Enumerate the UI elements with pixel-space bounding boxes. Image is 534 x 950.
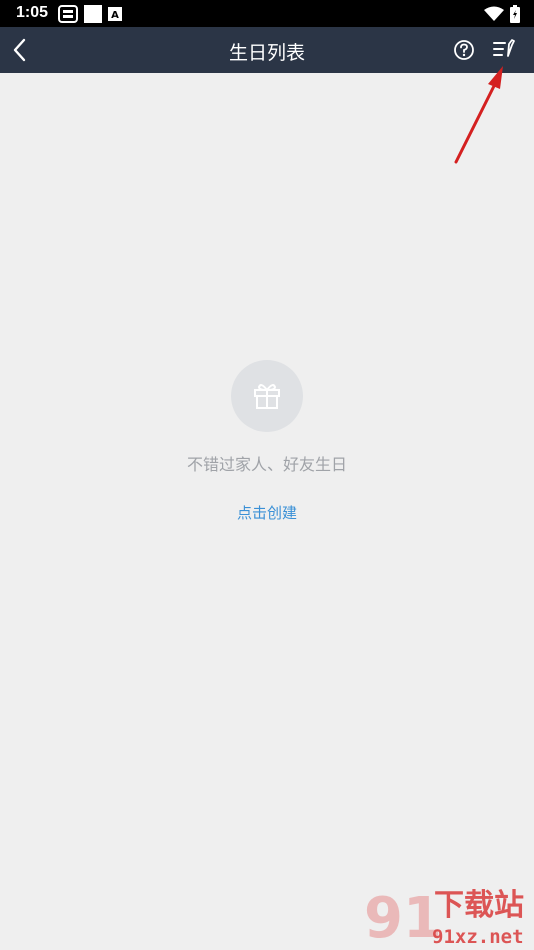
help-circle-icon: [454, 40, 474, 60]
wifi-icon: [484, 6, 504, 21]
create-birthday-link[interactable]: 点击创建: [0, 502, 534, 523]
help-button[interactable]: [450, 36, 478, 64]
status-bar: 1:05 A: [0, 0, 534, 27]
empty-state-icon-circle: [231, 360, 303, 432]
edit-list-button[interactable]: [490, 35, 518, 63]
notification-square-icon: [84, 5, 102, 23]
app-bar: 生日列表: [0, 27, 534, 73]
watermark-logo: 91 下载站 91xz.net: [364, 886, 524, 947]
status-icons-left: A: [58, 5, 122, 23]
status-icons-right: [484, 5, 520, 23]
svg-text:91: 91: [364, 886, 442, 947]
empty-state-message: 不错过家人、好友生日: [186, 455, 347, 474]
notification-a-icon: A: [108, 7, 122, 21]
svg-text:下载站: 下载站: [434, 888, 524, 923]
svg-text:91xz.net: 91xz.net: [432, 926, 524, 947]
sim-card-icon: [58, 5, 78, 23]
battery-icon: [510, 5, 520, 23]
gift-icon: [254, 384, 280, 409]
svg-text:A: A: [111, 10, 119, 21]
annotation-arrow: [454, 66, 503, 164]
edit-list-icon: [493, 39, 515, 57]
status-time: 1:05: [16, 4, 49, 21]
